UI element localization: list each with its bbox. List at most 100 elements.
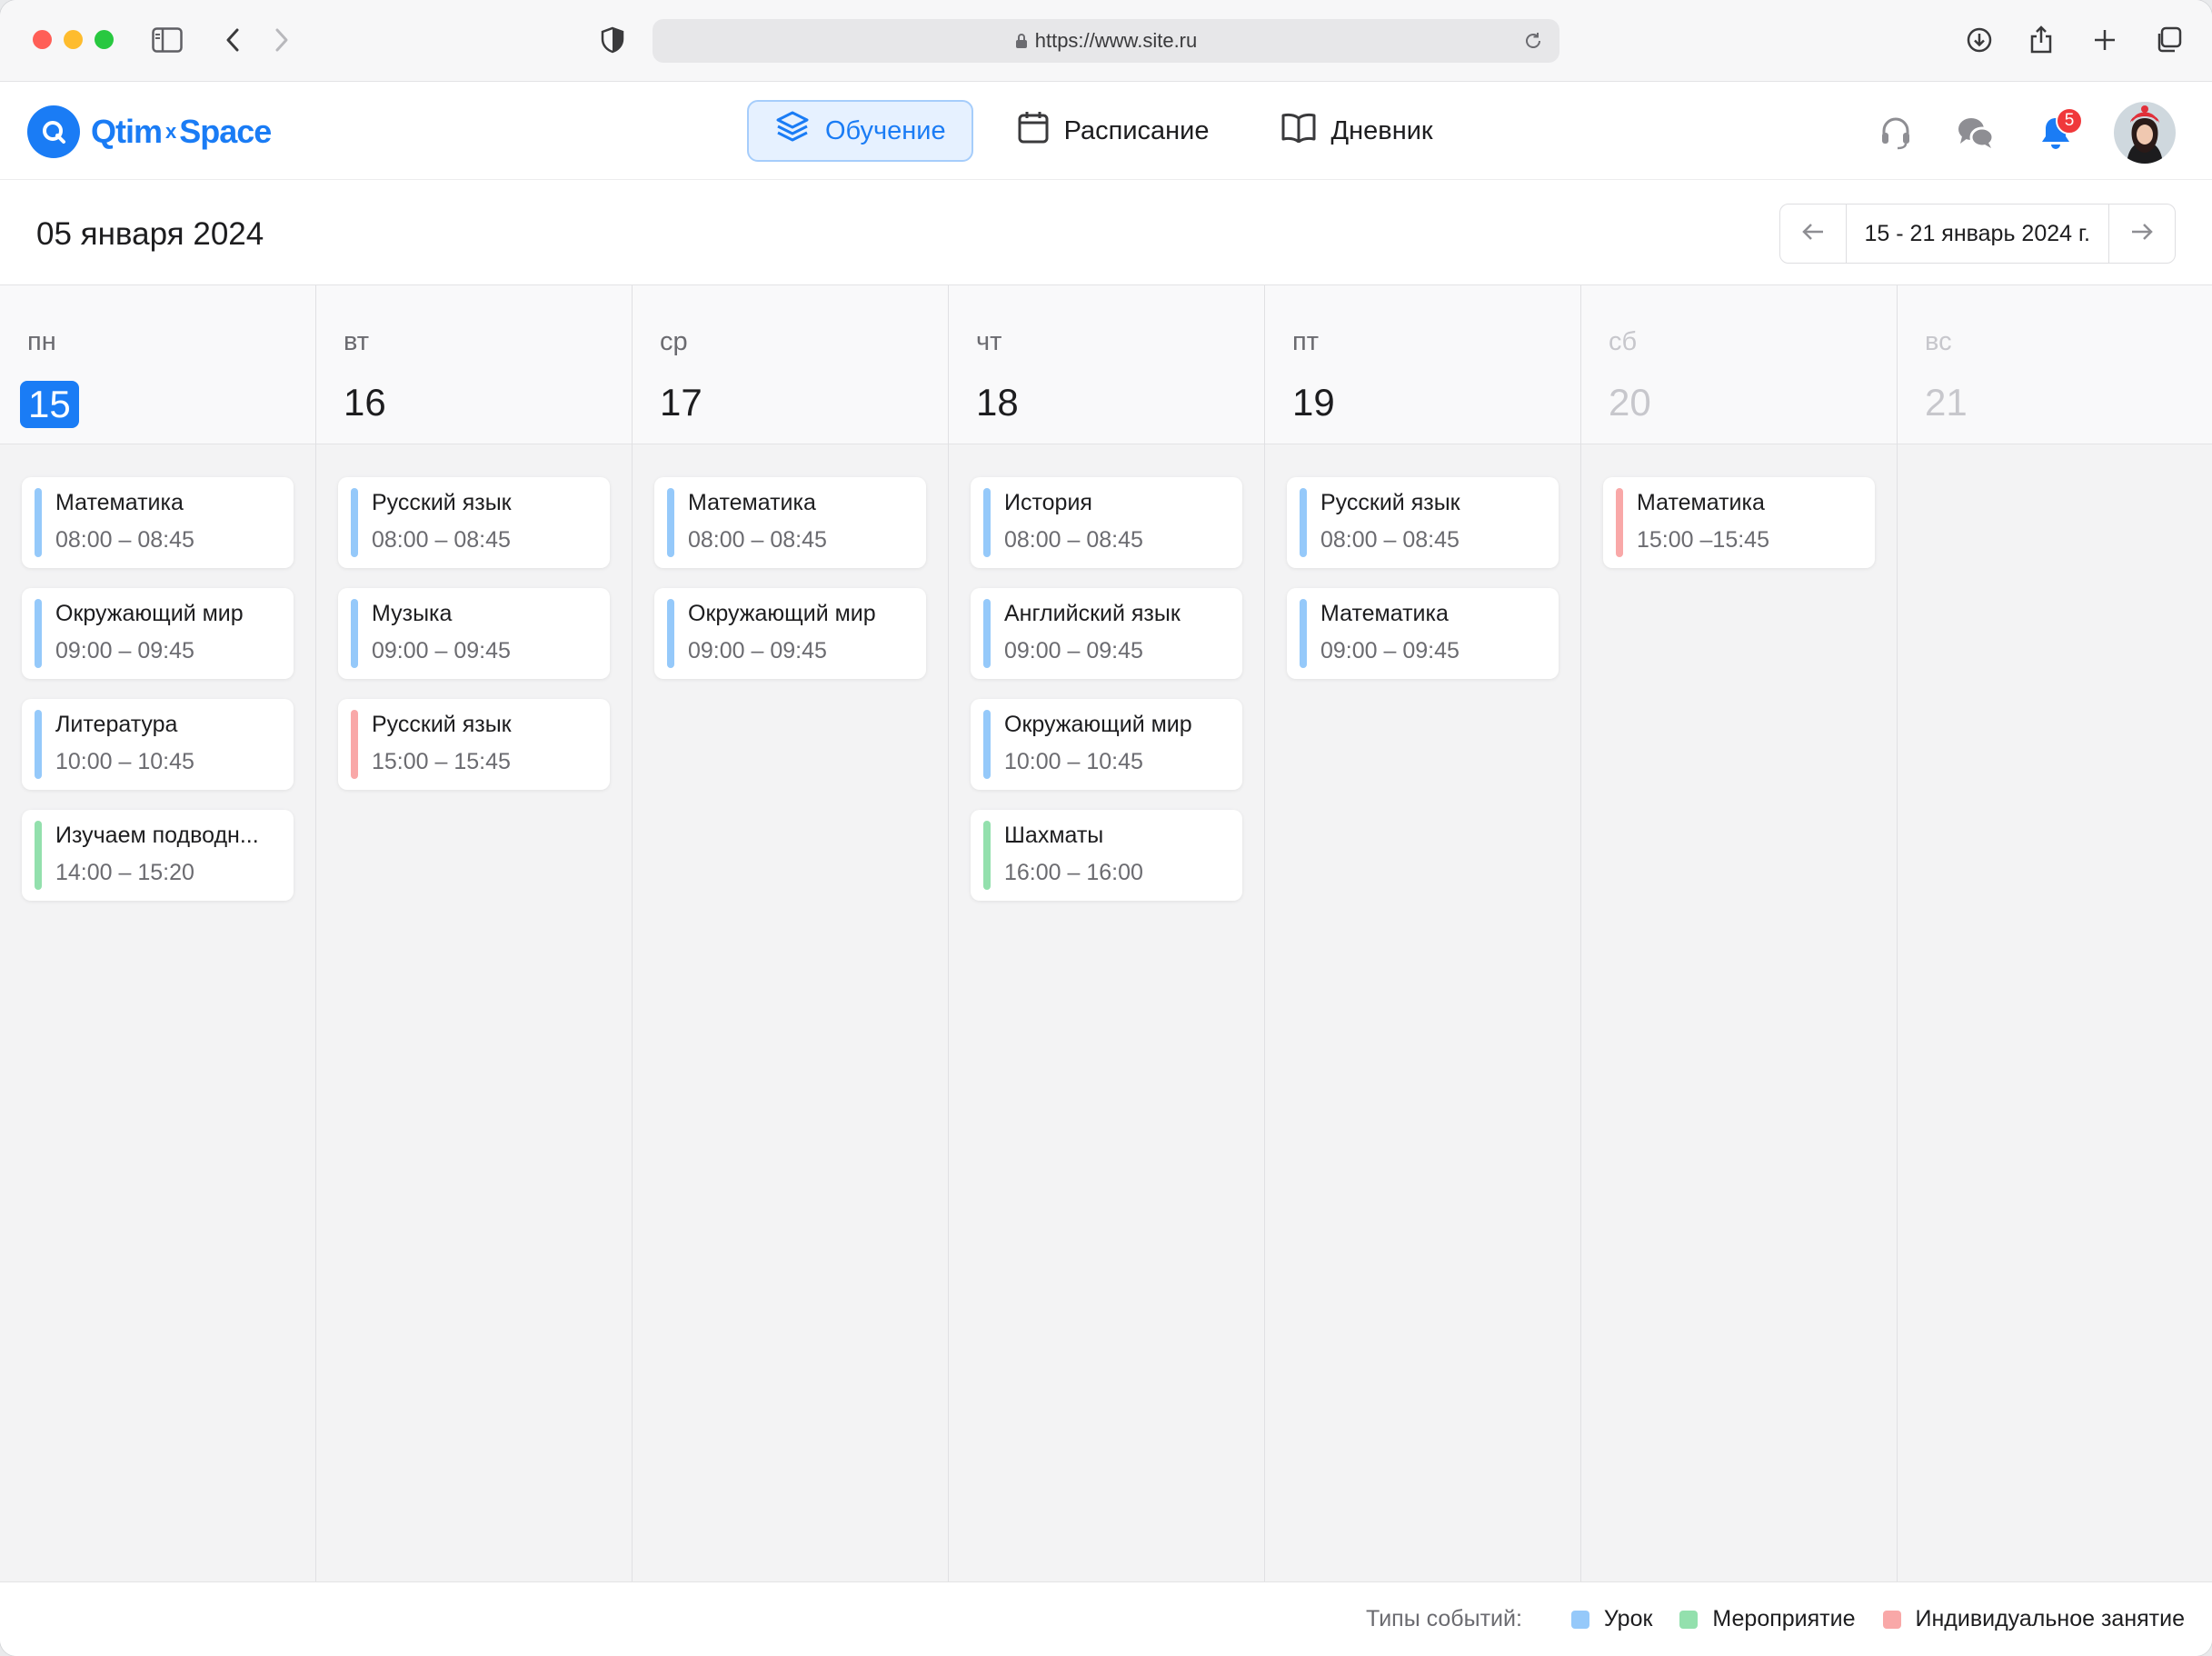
event-card[interactable]: Окружающий мир 09:00 – 09:45 <box>654 588 926 679</box>
event-card[interactable]: Математика 09:00 – 09:45 <box>1287 588 1559 679</box>
notifications-bell-icon[interactable]: 5 <box>2034 107 2083 155</box>
nav-tab-schedule[interactable]: Расписание <box>990 100 1237 162</box>
day-header[interactable]: пн 15 <box>0 285 315 444</box>
day-header[interactable]: ср 17 <box>633 285 948 444</box>
event-title: Изучаем подводн... <box>55 823 259 848</box>
day-header[interactable]: сб 20 <box>1581 285 1897 444</box>
day-column: пт 19 Русский язык 08:00 – 08:45 Математика 0… <box>1265 285 1581 1581</box>
calendar-icon <box>1017 110 1050 152</box>
event-card[interactable]: Математика 08:00 – 08:45 <box>22 477 294 568</box>
back-icon[interactable] <box>214 22 251 58</box>
legend-swatch <box>1570 1610 1589 1629</box>
day-header[interactable]: вт 16 <box>316 285 632 444</box>
legend-swatch <box>1679 1610 1699 1629</box>
user-avatar[interactable] <box>2114 102 2176 164</box>
weekday-label: пт <box>1292 327 1319 356</box>
events-list: Русский язык 08:00 – 08:45 Музыка 09:00 – 0… <box>316 444 632 790</box>
event-title: История <box>1004 490 1092 515</box>
week-range-label[interactable]: 15 - 21 январь 2024 г. <box>1845 205 2109 263</box>
event-time: 10:00 – 10:45 <box>1004 749 1143 774</box>
nav-tab-learning[interactable]: Обучение <box>747 100 973 162</box>
event-title: Русский язык <box>1320 490 1460 515</box>
event-type-indicator <box>667 488 674 557</box>
event-title: Шахматы <box>1004 823 1104 848</box>
app-header: Qtim x Space Обучение Расписание Дневник… <box>0 82 2212 180</box>
nav-tab-diary[interactable]: Дневник <box>1253 100 1460 162</box>
day-header[interactable]: вс 21 <box>1898 285 2212 444</box>
event-card[interactable]: Изучаем подводн... 14:00 – 15:20 <box>22 810 294 901</box>
event-time: 08:00 – 08:45 <box>372 527 511 553</box>
share-icon[interactable] <box>2023 22 2059 58</box>
forward-icon[interactable] <box>264 22 300 58</box>
event-type-indicator <box>351 599 358 668</box>
zoom-window-button[interactable] <box>95 30 114 49</box>
event-title: Математика <box>688 490 816 515</box>
event-card[interactable]: Математика 15:00 –15:45 <box>1603 477 1875 568</box>
event-card[interactable]: Литература 10:00 – 10:45 <box>22 699 294 790</box>
week-calendar: пн 15 Математика 08:00 – 08:45 Окружающий ми… <box>0 285 2212 1581</box>
event-time: 08:00 – 08:45 <box>688 527 827 553</box>
event-card[interactable]: Русский язык 08:00 – 08:45 <box>1287 477 1559 568</box>
day-header[interactable]: пт 19 <box>1265 285 1580 444</box>
chat-icon[interactable] <box>1954 111 1998 155</box>
event-time: 16:00 – 16:00 <box>1004 860 1143 885</box>
event-card[interactable]: Окружающий мир 09:00 – 09:45 <box>22 588 294 679</box>
privacy-shield-icon[interactable] <box>594 22 631 58</box>
download-icon[interactable] <box>1961 22 1998 58</box>
events-list: Математика 08:00 – 08:45 Окружающий мир 09:… <box>0 444 315 901</box>
event-card[interactable]: Математика 08:00 – 08:45 <box>654 477 926 568</box>
arrow-left-icon <box>1801 222 1825 246</box>
nav-tab-label: Расписание <box>1063 115 1210 145</box>
sidebar-toggle-icon[interactable] <box>149 22 185 58</box>
event-card[interactable]: Окружающий мир 10:00 – 10:45 <box>971 699 1242 790</box>
logo-q-icon <box>27 105 80 158</box>
new-tab-icon[interactable] <box>2087 22 2123 58</box>
events-list: Русский язык 08:00 – 08:45 Математика 09:00… <box>1265 444 1580 679</box>
tab-overview-icon[interactable] <box>2150 22 2187 58</box>
event-title: Математика <box>1637 490 1765 515</box>
event-card[interactable]: Русский язык 08:00 – 08:45 <box>338 477 610 568</box>
logo-separator: x <box>165 120 176 143</box>
day-column: чт 18 История 08:00 – 08:45 Английский язык 0… <box>949 285 1265 1581</box>
event-card[interactable]: История 08:00 – 08:45 <box>971 477 1242 568</box>
event-card[interactable]: Шахматы 16:00 – 16:00 <box>971 810 1242 901</box>
day-column: пн 15 Математика 08:00 – 08:45 Окружающий ми… <box>0 285 316 1581</box>
event-type-indicator <box>1616 488 1623 557</box>
events-list: История 08:00 – 08:45 Английский язык 09:00… <box>949 444 1264 901</box>
event-type-indicator <box>667 599 674 668</box>
legend-swatch <box>1882 1610 1901 1629</box>
day-number: 20 <box>1609 381 1651 424</box>
event-type-indicator <box>35 710 42 779</box>
event-title: Английский язык <box>1004 601 1181 626</box>
event-title: Математика <box>1320 601 1449 626</box>
logo-wordmark: Qtim x Space <box>91 113 272 151</box>
prev-week-button[interactable] <box>1780 205 1846 263</box>
address-bar[interactable]: https://www.site.ru <box>653 19 1559 63</box>
app-logo[interactable]: Qtim x Space <box>27 105 272 158</box>
next-week-button[interactable] <box>2109 205 2175 263</box>
weekday-label: вт <box>344 327 370 356</box>
event-type-indicator <box>35 488 42 557</box>
day-column: ср 17 Математика 08:00 – 08:45 Окружающий ми… <box>633 285 949 1581</box>
event-time: 09:00 – 09:45 <box>372 638 511 663</box>
event-title: Русский язык <box>372 712 512 737</box>
event-card[interactable]: Музыка 09:00 – 09:45 <box>338 588 610 679</box>
today-day-number: 15 <box>20 381 79 428</box>
day-header[interactable]: чт 18 <box>949 285 1264 444</box>
support-headset-icon[interactable] <box>1874 111 1918 155</box>
event-type-indicator <box>983 821 991 890</box>
event-time: 08:00 – 08:45 <box>1320 527 1460 553</box>
close-window-button[interactable] <box>33 30 52 49</box>
main-nav: Обучение Расписание Дневник <box>747 100 1460 162</box>
event-card[interactable]: Русский язык 15:00 – 15:45 <box>338 699 610 790</box>
event-type-indicator <box>983 710 991 779</box>
event-card[interactable]: Английский язык 09:00 – 09:45 <box>971 588 1242 679</box>
event-time: 14:00 – 15:20 <box>55 860 194 885</box>
minimize-window-button[interactable] <box>64 30 83 49</box>
arrow-right-icon <box>2130 222 2154 246</box>
event-title: Музыка <box>372 601 453 626</box>
reload-icon[interactable] <box>1523 31 1543 56</box>
events-list <box>1898 444 2212 477</box>
window-controls <box>33 30 114 49</box>
url-text: https://www.site.ru <box>1034 29 1198 52</box>
